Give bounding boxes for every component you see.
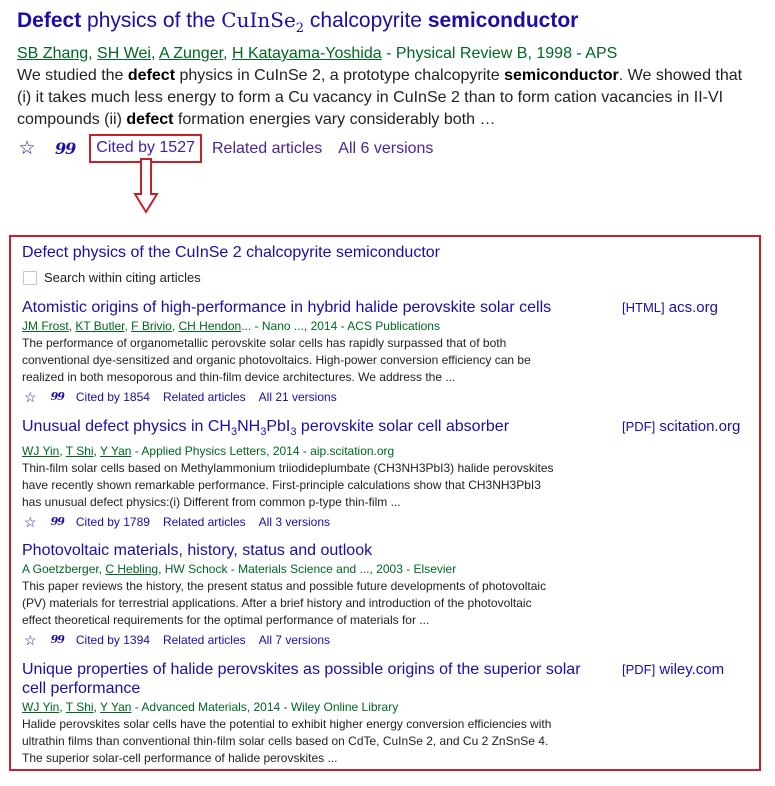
related-articles-link[interactable]: Related articles — [163, 631, 246, 649]
title-part: NH — [237, 418, 261, 435]
author-text: , HW Schock — [158, 562, 228, 576]
all-versions-link[interactable]: All 6 versions — [338, 138, 433, 160]
author-link[interactable]: KT Butler — [75, 319, 124, 333]
result-meta: WJ Yin, T Shi, Y Yan - Applied Physics L… — [22, 444, 395, 459]
star-icon[interactable]: ☆ — [17, 138, 37, 160]
top-result: Defect physics of the CuInSe2 chalcopyri… — [17, 6, 757, 163]
result-actions: ☆ 99 Cited by 1854 Related articles All … — [22, 388, 747, 406]
title-bold-defect: Defect — [17, 9, 82, 32]
title-bold-semiconductor: semiconductor — [427, 9, 579, 32]
snippet-text: physics in CuInSe 2, a prototype chalcop… — [175, 67, 505, 84]
fulltext-domain: scitation.org — [659, 418, 741, 435]
fulltext-link[interactable]: [PDF] wiley.com — [622, 661, 724, 678]
result-title[interactable]: Atomistic origins of high-performance in… — [22, 298, 582, 317]
snippet-bold: semiconductor — [504, 67, 619, 84]
title-formula: CuInSe2 — [221, 8, 304, 36]
all-versions-link[interactable]: All 7 versions — [259, 631, 330, 649]
snippet-bold: defect — [126, 111, 174, 128]
author-link[interactable]: A Zunger — [159, 45, 223, 62]
author-link[interactable]: WJ Yin — [22, 444, 59, 458]
snippet-text: We studied the — [17, 67, 128, 84]
author-link[interactable]: CH Hendon — [179, 319, 242, 333]
result-meta: JM Frost, KT Butler, F Brivio, CH Hendon… — [22, 319, 440, 333]
result-snippet: Thin-film solar cells based on Methylamm… — [22, 461, 554, 510]
publication-source: - Advanced Materials, 2014 - Wiley Onlin… — [131, 700, 399, 714]
result-snippet: This paper reviews the history, the pres… — [22, 579, 547, 627]
result-actions: ☆ 99 Cited by 1394 Related articles All … — [22, 631, 747, 649]
search-within-option[interactable]: Search within citing articles — [23, 270, 201, 285]
title-part: PbI — [266, 418, 291, 435]
result-snippet: The performance of organometallic perovs… — [22, 336, 531, 384]
result-meta: WJ Yin, T Shi, Y Yan - Advanced Material… — [22, 700, 399, 714]
author-link[interactable]: SH Wei — [97, 45, 151, 62]
fulltext-link[interactable]: [HTML] acs.org — [622, 299, 718, 316]
top-result-title[interactable]: Defect physics of the CuInSe2 chalcopyri… — [17, 6, 757, 43]
author-link[interactable]: T Shi — [66, 444, 94, 458]
search-within-label: Search within citing articles — [44, 270, 201, 285]
related-articles-link[interactable]: Related articles — [163, 388, 246, 406]
author-text: A Goetzberger, — [22, 562, 106, 576]
quote-icon[interactable]: 99 — [55, 138, 76, 160]
all-versions-link[interactable]: All 3 versions — [259, 513, 330, 531]
result-title[interactable]: Unique properties of halide perovskites … — [22, 660, 582, 698]
snippet-bold: defect — [127, 67, 176, 84]
format-tag: [PDF] — [622, 662, 656, 677]
publication-source: - Nano ..., 2014 - ACS Publications — [251, 319, 440, 333]
formula-base: CuInSe — [221, 8, 296, 32]
related-articles-link[interactable]: Related articles — [212, 138, 322, 160]
result-item: Atomistic origins of high-performance in… — [22, 298, 747, 406]
author-link[interactable]: Y Yan — [100, 444, 131, 458]
all-versions-link[interactable]: All 21 versions — [259, 388, 337, 406]
format-tag: [PDF] — [622, 419, 656, 434]
cited-by-link[interactable]: Cited by 1789 — [76, 513, 150, 531]
result-item: Photovoltaic materials, history, status … — [22, 541, 747, 649]
fulltext-link[interactable]: [PDF] scitation.org — [622, 418, 740, 435]
quote-icon[interactable]: 99 — [51, 513, 65, 531]
authors-ellipsis: ... — [241, 319, 252, 333]
result-title[interactable]: Unusual defect physics in CH3NH3PbI3 per… — [22, 417, 582, 442]
down-arrow-icon — [133, 158, 159, 214]
result-snippet: Halide perovskites solar cells have the … — [22, 717, 552, 765]
result-title[interactable]: Photovoltaic materials, history, status … — [22, 541, 582, 560]
star-icon[interactable]: ☆ — [24, 388, 37, 406]
snippet-text: formation energies vary considerably bot… — [173, 111, 496, 128]
author-link[interactable]: H Katayama-Yoshida — [232, 45, 382, 62]
citing-articles-panel: Defect physics of the CuInSe 2 chalcopyr… — [9, 235, 761, 771]
author-link[interactable]: T Shi — [66, 700, 94, 714]
author-link[interactable]: C Hebling — [105, 562, 158, 576]
title-text: physics of the — [81, 9, 222, 32]
author-link[interactable]: Y Yan — [100, 700, 131, 714]
result-item: Unique properties of halide perovskites … — [22, 660, 747, 767]
quote-icon[interactable]: 99 — [51, 388, 65, 406]
related-articles-link[interactable]: Related articles — [163, 513, 246, 531]
author-link[interactable]: WJ Yin — [22, 700, 59, 714]
panel-title[interactable]: Defect physics of the CuInSe 2 chalcopyr… — [22, 243, 440, 263]
cited-by-link[interactable]: Cited by 1394 — [76, 631, 150, 649]
result-meta: A Goetzberger, C Hebling, HW Schock - Ma… — [22, 561, 747, 578]
fulltext-domain: wiley.com — [659, 661, 725, 678]
title-part: perovskite solar cell absorber — [296, 418, 510, 435]
title-text-2: chalcopyrite — [304, 9, 428, 32]
quote-icon[interactable]: 99 — [51, 631, 65, 649]
top-result-meta: SB Zhang, SH Wei, A Zunger, H Katayama-Y… — [17, 45, 618, 62]
author-link[interactable]: JM Frost — [22, 319, 69, 333]
fulltext-domain: acs.org — [668, 299, 718, 316]
top-result-actions: ☆ 99 Cited by 1527 Related articles All … — [17, 134, 757, 163]
cited-by-link[interactable]: Cited by 1854 — [76, 388, 150, 406]
title-part: Unusual defect physics in CH — [22, 418, 231, 435]
author-link[interactable]: SB Zhang — [17, 45, 88, 62]
formula-sub: 2 — [295, 21, 305, 36]
author-link[interactable]: F Brivio — [131, 319, 172, 333]
format-tag: [HTML] — [622, 300, 665, 315]
star-icon[interactable]: ☆ — [24, 631, 37, 649]
result-item: Unusual defect physics in CH3NH3PbI3 per… — [22, 417, 747, 531]
search-within-checkbox[interactable] — [23, 270, 37, 285]
publication-source: - Applied Physics Letters, 2014 - aip.sc… — [131, 444, 395, 459]
publication-source: - Materials Science and ..., 2003 - Else… — [227, 562, 457, 576]
star-icon[interactable]: ☆ — [24, 513, 37, 531]
top-result-snippet: We studied the defect physics in CuInSe … — [17, 65, 757, 131]
publication-source: - Physical Review B, 1998 - APS — [381, 45, 618, 62]
result-actions: ☆ 99 Cited by 1789 Related articles All … — [22, 513, 747, 531]
